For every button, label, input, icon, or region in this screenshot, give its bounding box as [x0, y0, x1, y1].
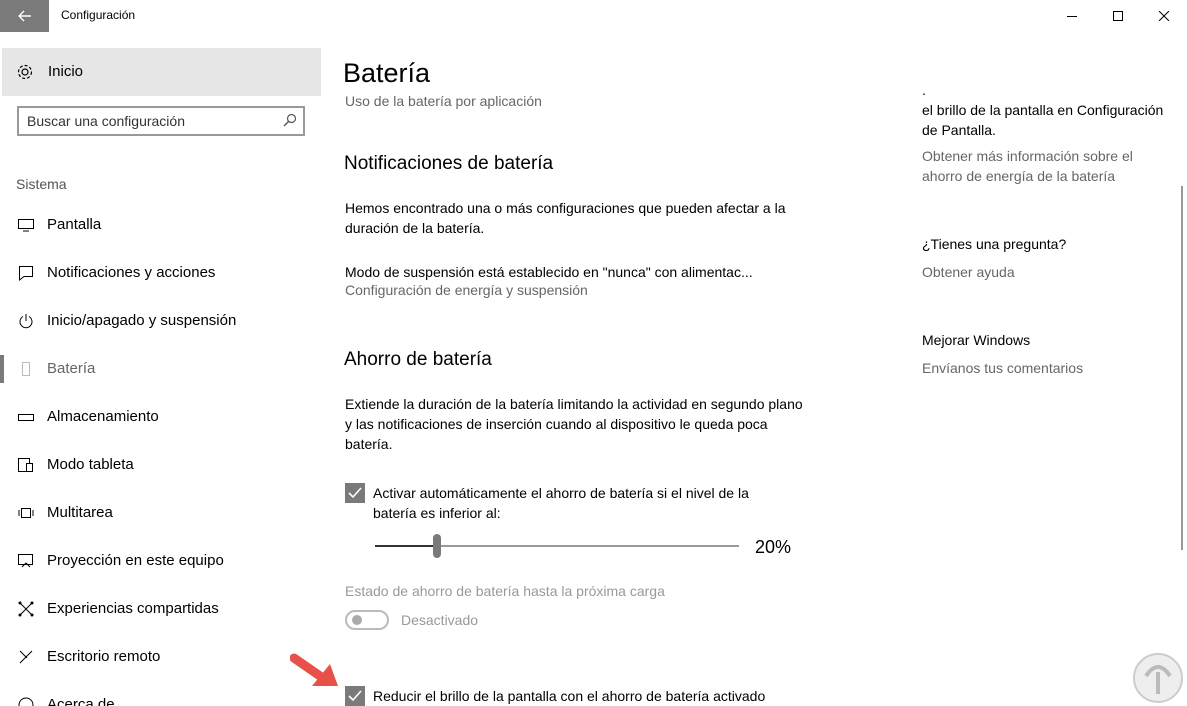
- monitor-icon: [16, 215, 36, 235]
- power-icon: [16, 311, 36, 331]
- sidebar-item-projection[interactable]: Proyección en este equipo: [0, 537, 321, 585]
- sidebar-item-power[interactable]: Inicio/apagado y suspensión: [0, 297, 321, 345]
- sidebar-item-notifications[interactable]: Notificaciones y acciones: [0, 249, 321, 297]
- scrollbar[interactable]: [1181, 186, 1183, 550]
- battery-icon: [16, 359, 36, 379]
- sleep-mode-text: Modo de suspensión está establecido en "…: [345, 264, 753, 280]
- notifications-heading: Notificaciones de batería: [344, 153, 554, 174]
- more-info-link[interactable]: Obtener más información sobre el ahorro …: [922, 146, 1172, 186]
- sidebar-item-label: Notificaciones y acciones: [47, 264, 216, 281]
- battery-usage-link[interactable]: Uso de la batería por aplicación: [345, 93, 542, 109]
- title-bar: Configuración: [0, 0, 1187, 32]
- watermark-logo-icon: [1133, 653, 1183, 703]
- multitask-icon: [16, 503, 36, 523]
- brightness-label: Reducir el brillo de la pantalla con el …: [373, 688, 766, 704]
- sidebar-item-label: Inicio/apagado y suspensión: [47, 312, 237, 329]
- sidebar-item-storage[interactable]: Almacenamiento: [0, 393, 321, 441]
- sidebar-item-label: Batería: [47, 360, 96, 377]
- toggle-state-label: Desactivado: [401, 612, 479, 628]
- sidebar-item-about[interactable]: Acerca de: [0, 681, 321, 706]
- question-heading: ¿Tienes una pregunta?: [922, 236, 1067, 252]
- minimize-icon: [1067, 16, 1077, 17]
- slider-thumb[interactable]: [432, 534, 441, 558]
- sidebar-item-label: Pantalla: [47, 216, 102, 233]
- home-nav-item[interactable]: Inicio: [2, 48, 321, 96]
- sidebar-item-label: Acerca de: [47, 696, 115, 706]
- slider-value: 20%: [755, 537, 792, 557]
- checkmark-icon: [348, 690, 362, 702]
- saver-heading: Ahorro de batería: [344, 349, 492, 370]
- back-button[interactable]: [0, 0, 49, 32]
- sidebar-item-remote[interactable]: Escritorio remoto: [0, 633, 321, 681]
- section-label-system: Sistema: [16, 176, 67, 192]
- main-content: Batería Uso de la batería por aplicación…: [321, 32, 901, 706]
- back-arrow-icon: [17, 10, 31, 22]
- sidebar-item-label: Almacenamiento: [47, 408, 159, 425]
- brightness-info-text: el brillo de la pantalla en Configuració…: [922, 102, 1164, 138]
- toggle-knob: [352, 615, 362, 625]
- search-icon[interactable]: [283, 113, 297, 132]
- sidebar-item-label: Escritorio remoto: [47, 648, 161, 665]
- saver-status-toggle[interactable]: [345, 610, 389, 630]
- close-icon: [1159, 11, 1169, 21]
- shared-icon: [16, 599, 36, 619]
- sidebar-item-label: Experiencias compartidas: [47, 600, 219, 617]
- info-icon: [16, 695, 36, 706]
- improve-heading: Mejorar Windows: [922, 332, 1031, 348]
- search-box[interactable]: [17, 106, 305, 136]
- sidebar-item-label: Modo tableta: [47, 456, 134, 473]
- sidebar-item-label: Proyección en este equipo: [47, 552, 224, 569]
- related-panel: . el brillo de la pantalla en Configurac…: [901, 32, 1181, 706]
- partial-dot: .: [922, 82, 926, 98]
- maximize-icon: [1113, 11, 1123, 21]
- annotation-arrow-icon: [290, 653, 338, 686]
- window-title: Configuración: [61, 8, 136, 22]
- get-help-link[interactable]: Obtener ayuda: [922, 262, 1172, 282]
- sidebar-item-label: Multitarea: [47, 504, 113, 521]
- sidebar-item-display[interactable]: Pantalla: [0, 201, 321, 249]
- remote-icon: [16, 647, 36, 667]
- saver-status-label: Estado de ahorro de batería hasta la pró…: [345, 583, 665, 599]
- checkmark-icon: [348, 487, 362, 499]
- sidebar-item-shared[interactable]: Experiencias compartidas: [0, 585, 321, 633]
- auto-saver-label: Activar automáticamente el ahorro de bat…: [373, 485, 749, 521]
- home-label: Inicio: [48, 63, 84, 80]
- sidebar-item-battery[interactable]: Batería: [0, 345, 321, 393]
- page-title: Batería: [343, 58, 431, 88]
- maximize-button[interactable]: [1095, 0, 1141, 32]
- minimize-button[interactable]: [1049, 0, 1095, 32]
- sidebar-item-tablet[interactable]: Modo tableta: [0, 441, 321, 489]
- slider-fill: [375, 545, 437, 547]
- notifications-text: Hemos encontrado una o más configuracion…: [345, 200, 786, 236]
- search-input[interactable]: [27, 111, 277, 131]
- auto-saver-checkbox[interactable]: [345, 483, 365, 503]
- power-settings-link[interactable]: Configuración de energía y suspensión: [345, 282, 588, 298]
- close-button[interactable]: [1141, 0, 1187, 32]
- saver-description: Extiende la duración de la batería limit…: [345, 396, 803, 452]
- sidebar: Inicio Sistema Pantalla Notificaciones y…: [0, 32, 321, 706]
- brightness-checkbox[interactable]: [345, 686, 365, 706]
- notification-icon: [16, 263, 36, 283]
- projection-icon: [16, 551, 36, 571]
- feedback-link[interactable]: Envíanos tus comentarios: [922, 358, 1172, 378]
- sidebar-item-multitask[interactable]: Multitarea: [0, 489, 321, 537]
- gear-icon: [16, 63, 34, 86]
- battery-threshold-slider[interactable]: [375, 534, 739, 558]
- storage-icon: [16, 407, 36, 427]
- tablet-icon: [16, 455, 36, 475]
- active-indicator: [0, 355, 4, 383]
